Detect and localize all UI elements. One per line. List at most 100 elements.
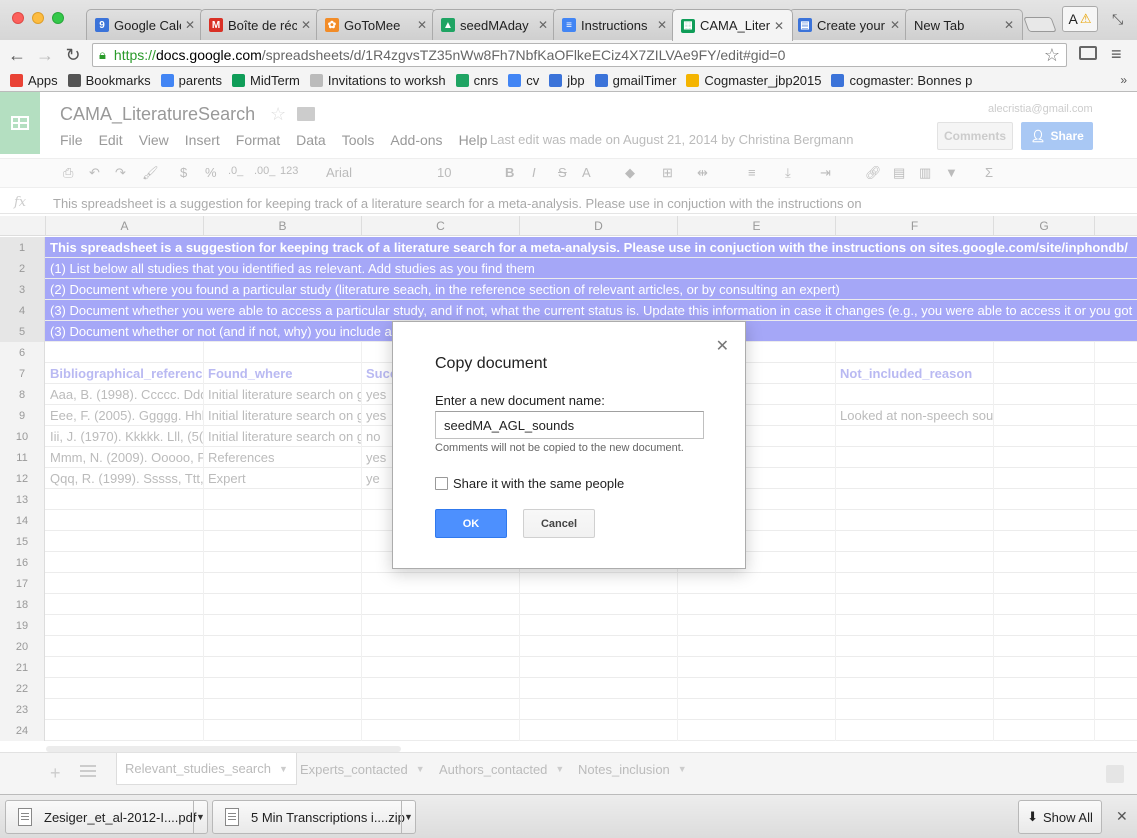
cell-E21[interactable]: [678, 657, 836, 678]
italic-button[interactable]: I: [532, 165, 536, 180]
cell-A8[interactable]: Aaa, B. (1998). Ccccc. Ddd: [46, 384, 204, 405]
decrease-decimal-button[interactable]: .0_: [228, 165, 243, 177]
explore-icon[interactable]: [1106, 765, 1124, 783]
close-download-shelf-icon[interactable]: ✕: [1116, 808, 1128, 825]
redo-icon[interactable]: ↷: [115, 165, 126, 181]
cell-D20[interactable]: [520, 636, 678, 657]
cell-G20[interactable]: [994, 636, 1095, 657]
paint-format-icon[interactable]: 🖌︎: [142, 165, 159, 181]
cell-G21[interactable]: [994, 657, 1095, 678]
cell-A16[interactable]: [46, 552, 204, 573]
insert-chart-icon[interactable]: ▥: [919, 165, 931, 181]
menu-edit[interactable]: Edit: [99, 132, 123, 148]
column-header[interactable]: C: [362, 216, 520, 236]
cell-A6[interactable]: [46, 342, 204, 363]
cell-E17[interactable]: [678, 573, 836, 594]
cell-A12[interactable]: Qqq, R. (1999). Sssss, Ttt,: [46, 468, 204, 489]
cell-G14[interactable]: [994, 510, 1095, 531]
functions-button[interactable]: Σ: [985, 165, 993, 180]
menu-data[interactable]: Data: [296, 132, 326, 148]
document-title[interactable]: CAMA_LiteratureSearch: [60, 104, 255, 125]
share-button[interactable]: 👤︎ Share: [1021, 122, 1093, 150]
cell-A19[interactable]: [46, 615, 204, 636]
menu-help[interactable]: Help: [459, 132, 488, 148]
browser-tab[interactable]: 9 Google Cale ✕: [86, 9, 204, 40]
row-header[interactable]: 8: [0, 384, 45, 405]
cell-F18[interactable]: [836, 594, 994, 615]
show-all-downloads-button[interactable]: ⬇ Show All: [1018, 800, 1102, 834]
tab-close-icon[interactable]: ✕: [301, 18, 313, 32]
cell-B20[interactable]: [204, 636, 362, 657]
menu-addons[interactable]: Add-ons: [390, 132, 442, 148]
browser-tab[interactable]: ▤ Create your ✕: [789, 9, 909, 40]
formula-text[interactable]: This spreadsheet is a suggestion for kee…: [53, 196, 862, 211]
bookmark-item[interactable]: jbp: [549, 73, 585, 88]
all-sheets-icon[interactable]: [80, 765, 96, 777]
browser-tab[interactable]: ▲ seedMAday ✕: [432, 9, 557, 40]
row-header[interactable]: 1: [0, 237, 45, 258]
tab-close-icon[interactable]: ✕: [538, 18, 550, 32]
cell-C21[interactable]: [362, 657, 520, 678]
cell-C20[interactable]: [362, 636, 520, 657]
cell-A22[interactable]: [46, 678, 204, 699]
row-header[interactable]: 20: [0, 636, 45, 657]
vertical-align-icon[interactable]: ⤓: [785, 165, 791, 181]
cell-F12[interactable]: [836, 468, 994, 489]
cell-A10[interactable]: Iii, J. (1970). Kkkkk. Lll, (5(: [46, 426, 204, 447]
cell-F20[interactable]: [836, 636, 994, 657]
row-header[interactable]: 11: [0, 447, 45, 468]
cell-G6[interactable]: [994, 342, 1095, 363]
cell-F14[interactable]: [836, 510, 994, 531]
row-header[interactable]: 16: [0, 552, 45, 573]
reload-button[interactable]: ↻: [62, 44, 84, 66]
star-icon[interactable]: ☆: [270, 104, 286, 125]
cell-B10[interactable]: Initial literature search on g: [204, 426, 362, 447]
cell-D17[interactable]: [520, 573, 678, 594]
row-header[interactable]: 23: [0, 699, 45, 720]
browser-tab[interactable]: M Boîte de réc ✕: [200, 9, 320, 40]
insert-comment-icon[interactable]: ▤: [893, 165, 905, 181]
select-all-corner[interactable]: [0, 216, 46, 236]
row-header[interactable]: 15: [0, 531, 45, 552]
row-header[interactable]: 3: [0, 279, 45, 300]
comments-button[interactable]: Comments: [937, 122, 1013, 150]
bookmark-item[interactable]: Cogmaster_jbp2015: [686, 73, 821, 88]
cell-D19[interactable]: [520, 615, 678, 636]
cell-F6[interactable]: [836, 342, 994, 363]
cell-E24[interactable]: [678, 720, 836, 741]
share-checkbox-label[interactable]: Share it with the same people: [453, 476, 624, 491]
sheets-logo[interactable]: [0, 92, 40, 154]
tab-close-icon[interactable]: ✕: [185, 18, 197, 32]
cell-A13[interactable]: [46, 489, 204, 510]
cast-icon[interactable]: [1079, 46, 1097, 60]
cell-D18[interactable]: [520, 594, 678, 615]
cell-F24[interactable]: [836, 720, 994, 741]
new-tab-button[interactable]: [1023, 17, 1057, 32]
menu-view[interactable]: View: [139, 132, 169, 148]
strikethrough-button[interactable]: S: [558, 165, 567, 180]
cell-F21[interactable]: [836, 657, 994, 678]
cell-G12[interactable]: [994, 468, 1095, 489]
cell-A1[interactable]: This spreadsheet is a suggestion for kee…: [46, 237, 1136, 258]
cell-C17[interactable]: [362, 573, 520, 594]
cell-B14[interactable]: [204, 510, 362, 531]
cell-B24[interactable]: [204, 720, 362, 741]
bold-button[interactable]: B: [505, 165, 514, 180]
fullscreen-icon[interactable]: ⤡: [1112, 11, 1123, 28]
column-header[interactable]: B: [204, 216, 362, 236]
cell-E23[interactable]: [678, 699, 836, 720]
folder-icon[interactable]: [297, 107, 315, 121]
cell-B18[interactable]: [204, 594, 362, 615]
increase-decimal-button[interactable]: .00_: [254, 165, 275, 177]
cell-G23[interactable]: [994, 699, 1095, 720]
cell-E20[interactable]: [678, 636, 836, 657]
sheet-tab[interactable]: Authors_contacted ▼: [431, 753, 572, 785]
cell-G19[interactable]: [994, 615, 1095, 636]
cell-A11[interactable]: Mmm, N. (2009). Ooooo, P: [46, 447, 204, 468]
percent-format-button[interactable]: %: [205, 165, 217, 180]
tab-close-icon[interactable]: ✕: [1004, 18, 1016, 32]
tab-close-icon[interactable]: ✕: [657, 18, 669, 32]
formula-bar[interactable]: fx This spreadsheet is a suggestion for …: [0, 192, 1137, 214]
cell-G10[interactable]: [994, 426, 1095, 447]
column-header[interactable]: G: [994, 216, 1095, 236]
